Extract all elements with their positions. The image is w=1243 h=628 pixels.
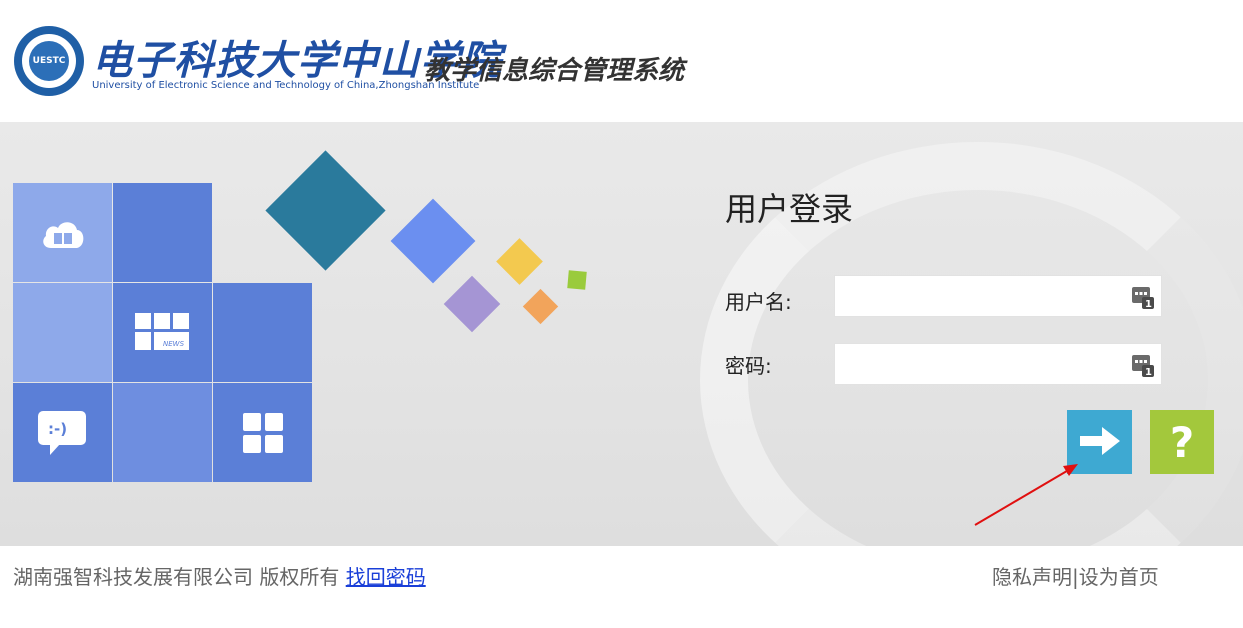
school-name-en: University of Electronic Science and Tec… [92, 80, 480, 91]
diamond-decoration [496, 238, 543, 285]
privacy-link[interactable]: 隐私声明 [992, 565, 1072, 589]
footer-right: 隐私声明|设为首页 [992, 561, 1159, 590]
university-logo: UESTC [14, 26, 84, 96]
tile [113, 383, 212, 482]
diamond-decoration [522, 288, 559, 325]
footer-separator: | [1072, 565, 1079, 589]
system-title: 教学信息综合管理系统 [424, 56, 685, 86]
news-label: NEWS [163, 340, 185, 348]
page-header: UESTC 电子科技大学中山学院 University of Electroni… [0, 0, 1243, 122]
tile [113, 183, 212, 282]
tile [213, 283, 312, 382]
username-input[interactable] [834, 275, 1162, 317]
keyboard-icon[interactable]: 1 [1132, 287, 1154, 310]
username-label: 用户名: [725, 290, 792, 314]
chat-label: :-) [48, 420, 67, 438]
copyright-text: 湖南强智科技发展有限公司 版权所有 [13, 565, 340, 589]
login-button[interactable] [1067, 410, 1132, 474]
find-password-link[interactable]: 找回密码 [346, 565, 426, 589]
news-icon: NEWS [134, 312, 191, 353]
help-button[interactable]: ? [1150, 410, 1214, 474]
password-label: 密码: [725, 354, 772, 378]
keyboard-icon[interactable]: 1 [1132, 355, 1154, 378]
tile-apps [213, 383, 312, 482]
arrow-right-icon [1079, 426, 1120, 458]
login-banner: NEWS :-) [0, 122, 1243, 546]
tile [13, 283, 112, 382]
tile-cloud [13, 183, 112, 282]
footer-left: 湖南强智科技发展有限公司 版权所有 找回密码 [13, 561, 426, 590]
svg-text:1: 1 [1145, 367, 1152, 377]
svg-text:1: 1 [1145, 299, 1152, 309]
diamond-decoration [443, 275, 501, 333]
logo-text: UESTC [29, 41, 69, 81]
password-input[interactable] [834, 343, 1162, 385]
set-homepage-link[interactable]: 设为首页 [1079, 565, 1159, 589]
login-title: 用户登录 [725, 190, 854, 228]
tile-mosaic: NEWS :-) [13, 183, 313, 483]
diamond-decoration [567, 270, 587, 290]
tile-news: NEWS [113, 283, 212, 382]
tile-chat: :-) [13, 383, 112, 482]
cloud-book-icon [39, 216, 87, 250]
apps-grid-icon [242, 412, 283, 453]
diamond-decoration [390, 198, 476, 284]
chat-bubble-icon: :-) [37, 410, 88, 455]
